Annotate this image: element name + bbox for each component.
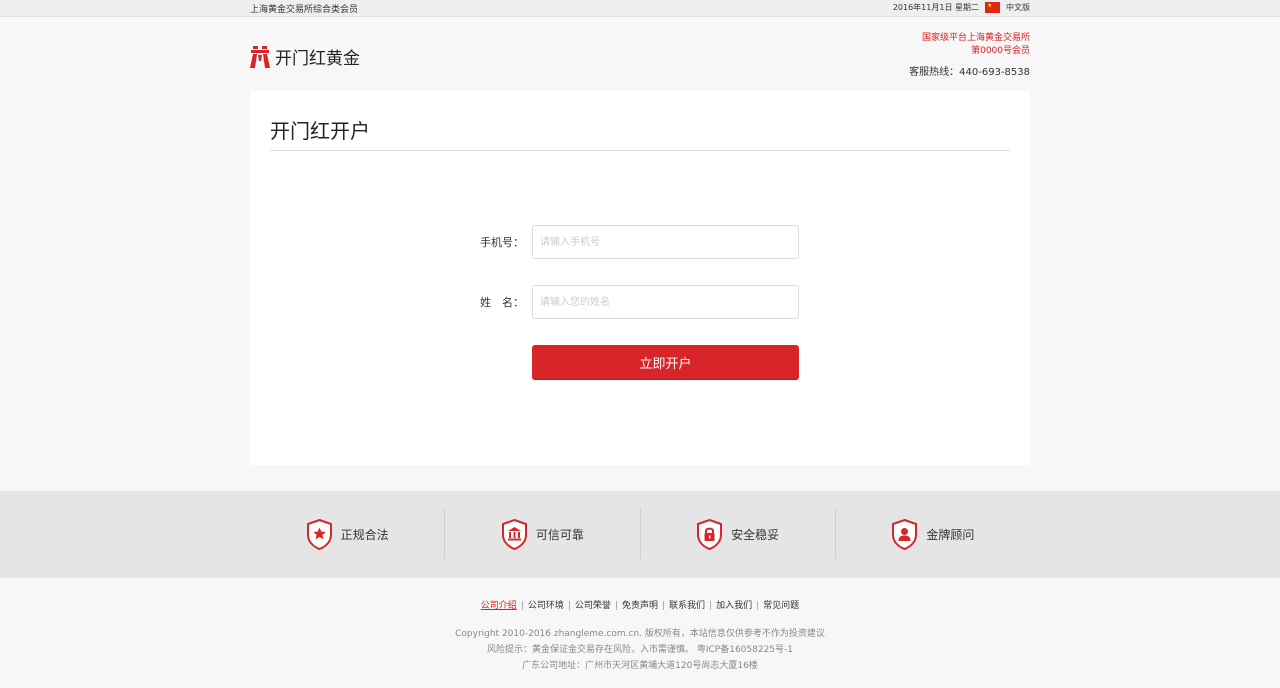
risk-notice: 风险提示：黄金保证金交易存在风险，入市需谨慎。 粤ICP备16058225号-1	[486, 645, 793, 655]
logo[interactable]: 开门红黄金	[250, 44, 360, 69]
star-shield-icon	[306, 518, 332, 550]
badge-trusted: 可信可靠	[445, 509, 641, 559]
advisor-shield-icon	[892, 518, 918, 550]
current-date: 2016年11月1日 星期二	[892, 3, 979, 12]
name-row: 姓 名：	[480, 285, 799, 319]
page-title: 开门红开户	[270, 119, 370, 143]
logo-mark-icon	[250, 45, 270, 68]
footer-link-faq[interactable]: 常见问题	[763, 601, 799, 611]
site-footer: 公司介绍 | 公司环境 | 公司荣誉 | 免责声明 | 联系我们 | 加入我们 | 常见问题 Copyr…	[0, 578, 1280, 688]
lock-shield-icon	[697, 518, 723, 550]
badge-legal: 正规合法	[250, 509, 446, 559]
site-header: 开门红黄金 国家级平台上海黄金交易所 第0000号会员 客服热线：440-693…	[250, 17, 1030, 91]
footer-link-join[interactable]: 加入我们	[716, 601, 752, 611]
platform-line-2: 第0000号会员	[971, 46, 1030, 56]
company-address: 广东公司地址：广州市天河区黄埔大道120号尚志大厦16楼	[522, 661, 758, 671]
badge-label: 金牌顾问	[926, 527, 975, 542]
china-flag-icon[interactable]: ★	[985, 1, 1000, 13]
logo-text: 开门红黄金	[275, 49, 360, 69]
badge-label: 可信可靠	[535, 527, 584, 542]
topbar-right: 2016年11月1日 星期二 ★ 中文版	[892, 1, 1030, 13]
badge-label: 安全稳妥	[731, 527, 780, 542]
language-switch[interactable]: 中文版	[1006, 2, 1030, 13]
trust-badges: 正规合法 可信可靠 安全稳妥 金牌顾问	[250, 509, 1030, 559]
badge-secure: 安全稳妥	[641, 509, 836, 559]
platform-line-1: 国家级平台上海黄金交易所	[921, 33, 1030, 43]
open-account-button[interactable]: 立即开户	[532, 345, 799, 379]
service-hotline: 客服热线：440-693-8538	[909, 67, 1030, 78]
footer-link-environment[interactable]: 公司环境	[528, 601, 564, 611]
account-opening-card: 开门红开户 手机号： 姓 名： 立即开户	[250, 91, 1030, 465]
badge-label: 正规合法	[340, 527, 389, 542]
trust-badges-band: 正规合法 可信可靠 安全稳妥 金牌顾问	[0, 491, 1280, 578]
badge-advisor: 金牌顾问	[836, 509, 1030, 559]
phone-row: 手机号：	[480, 225, 799, 259]
title-divider	[270, 150, 1010, 151]
member-tagline: 上海黄金交易所综合类会员	[250, 5, 359, 15]
top-info-bar: 上海黄金交易所综合类会员 2016年11月1日 星期二 ★ 中文版	[0, 0, 1280, 17]
footer-links: 公司介绍 | 公司环境 | 公司荣誉 | 免责声明 | 联系我们 | 加入我们 | 常见问题	[480, 601, 800, 611]
copyright-text: Copyright 2010-2016 zhangleme.com.cn. 版权…	[455, 629, 825, 639]
header-info: 国家级平台上海黄金交易所 第0000号会员 客服热线：440-693-8538	[909, 32, 1030, 78]
phone-label: 手机号：	[480, 236, 524, 249]
footer-link-disclaimer[interactable]: 免责声明	[622, 601, 658, 611]
footer-link-contact[interactable]: 联系我们	[669, 601, 705, 611]
name-label: 姓 名：	[480, 296, 524, 309]
name-input[interactable]	[532, 285, 799, 319]
footer-link-honors[interactable]: 公司荣誉	[575, 601, 611, 611]
bank-shield-icon	[501, 518, 527, 550]
phone-input[interactable]	[532, 225, 799, 259]
footer-link-about[interactable]: 公司介绍	[481, 601, 517, 611]
